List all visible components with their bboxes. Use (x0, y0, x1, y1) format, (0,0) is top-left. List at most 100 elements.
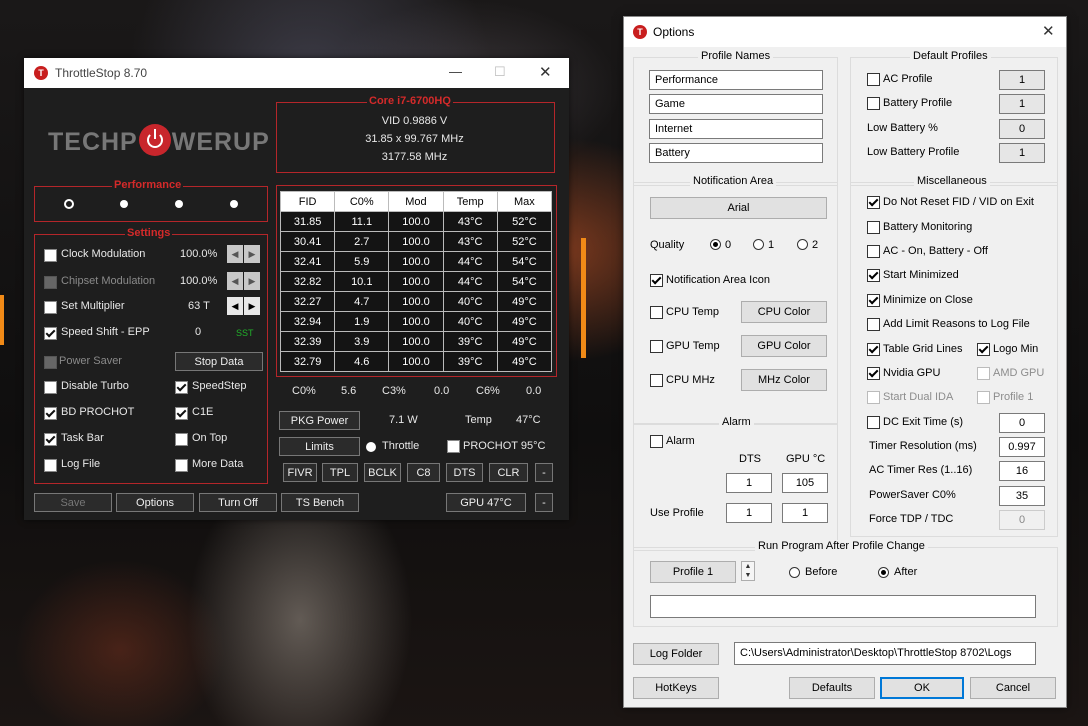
low-battery-profile-value[interactable]: 1 (999, 143, 1045, 163)
table-header-cell[interactable]: C0% (334, 191, 390, 212)
after-radio[interactable] (878, 567, 889, 578)
table-header-cell[interactable]: Max (496, 191, 553, 212)
profile-name-3-field[interactable]: Internet (649, 119, 823, 139)
cpu-temp-checkbox[interactable] (650, 306, 663, 319)
profile-name-1-field[interactable]: Performance (649, 70, 823, 90)
timer-resolution-field[interactable]: 0.997 (999, 437, 1045, 457)
c1e-checkbox[interactable] (175, 407, 188, 420)
maximize-icon[interactable]: ☐ (494, 64, 506, 80)
gpu-temp-button[interactable]: GPU 47°C (446, 493, 526, 512)
battery-profile-value[interactable]: 1 (999, 94, 1045, 114)
mhz-color-button[interactable]: MHz Color (741, 369, 827, 391)
on-top-checkbox[interactable] (175, 433, 188, 446)
start-dual-ida-checkbox[interactable] (867, 391, 880, 404)
stop-data-button[interactable]: Stop Data (175, 352, 263, 371)
minimize-on-close-checkbox[interactable] (867, 294, 880, 307)
gpu-color-button[interactable]: GPU Color (741, 335, 827, 357)
save-button[interactable]: Save (34, 493, 112, 512)
power-saver-checkbox[interactable] (44, 356, 57, 369)
profile-3-radio[interactable] (175, 200, 183, 208)
notification-icon-checkbox[interactable] (650, 274, 663, 287)
add-limit-reasons-checkbox[interactable] (867, 318, 880, 331)
ok-button[interactable]: OK (880, 677, 964, 699)
speed-shift-checkbox[interactable] (44, 327, 57, 340)
powersaver-c0-field[interactable]: 35 (999, 486, 1045, 506)
minimize-icon[interactable]: — (449, 64, 462, 79)
options-button[interactable]: Options (116, 493, 194, 512)
multiplier-up-icon[interactable]: ▶ (244, 297, 260, 315)
chipset-mod-down-icon[interactable]: ◀ (227, 272, 243, 290)
turn-off-button[interactable]: Turn Off (199, 493, 277, 512)
fivr-button[interactable]: FIVR (283, 463, 317, 482)
c8-button[interactable]: C8 (407, 463, 440, 482)
table-header-cell[interactable]: FID (279, 191, 336, 212)
clock-mod-up-icon[interactable]: ▶ (244, 245, 260, 263)
tpl-button[interactable]: TPL (322, 463, 358, 482)
profile-4-radio[interactable] (230, 200, 238, 208)
speed-shift-value[interactable]: 0 (195, 326, 201, 338)
dc-exit-checkbox[interactable] (867, 416, 880, 429)
gpu-temp-checkbox[interactable] (650, 340, 663, 353)
cancel-button[interactable]: Cancel (970, 677, 1056, 699)
quality-0-radio[interactable] (710, 239, 721, 250)
chipset-modulation-checkbox[interactable] (44, 276, 57, 289)
clock-mod-down-icon[interactable]: ◀ (227, 245, 243, 263)
cpu-color-button[interactable]: CPU Color (741, 301, 827, 323)
bd-prochot-checkbox[interactable] (44, 407, 57, 420)
no-reset-fid-checkbox[interactable] (867, 196, 880, 209)
ac-profile-checkbox[interactable] (867, 73, 880, 86)
log-file-checkbox[interactable] (44, 459, 57, 472)
font-button[interactable]: Arial (650, 197, 827, 219)
cpu-mhz-checkbox[interactable] (650, 374, 663, 387)
task-bar-checkbox[interactable] (44, 433, 57, 446)
bclk-button[interactable]: BCLK (364, 463, 401, 482)
alarm-gpu-field[interactable]: 105 (782, 473, 828, 493)
limits-button[interactable]: Limits (279, 437, 360, 456)
profile-2-radio[interactable] (120, 200, 128, 208)
profile-spinner-icon[interactable]: ▲ ▼ (741, 561, 755, 581)
prochot-checkbox[interactable] (447, 440, 460, 453)
speedstep-checkbox[interactable] (175, 381, 188, 394)
use-profile-gpu-field[interactable]: 1 (782, 503, 828, 523)
profile-name-4-field[interactable]: Battery (649, 143, 823, 163)
alarm-checkbox[interactable] (650, 435, 663, 448)
ac-on-battery-off-checkbox[interactable] (867, 245, 880, 258)
close-icon[interactable]: ✕ (1042, 22, 1055, 40)
ac-profile-value[interactable]: 1 (999, 70, 1045, 90)
table-header-cell[interactable]: Mod (388, 191, 444, 212)
set-multiplier-checkbox[interactable] (44, 301, 57, 314)
clock-modulation-checkbox[interactable] (44, 249, 57, 262)
low-battery-pct-value[interactable]: 0 (999, 119, 1045, 139)
table-grid-lines-checkbox[interactable] (867, 343, 880, 356)
run-program-path-field[interactable] (650, 595, 1036, 618)
dash-button[interactable]: - (535, 463, 553, 482)
dts-button[interactable]: DTS (446, 463, 483, 482)
more-data-checkbox[interactable] (175, 459, 188, 472)
chipset-mod-up-icon[interactable]: ▶ (244, 272, 260, 290)
hotkeys-button[interactable]: HotKeys (633, 677, 719, 699)
collapse-button[interactable]: - (535, 493, 553, 512)
profile-1-checkbox[interactable] (977, 391, 990, 404)
profile-1-radio[interactable] (64, 199, 74, 209)
log-folder-button[interactable]: Log Folder (633, 643, 719, 665)
quality-1-radio[interactable] (753, 239, 764, 250)
close-icon[interactable]: ✕ (539, 63, 552, 81)
profile-name-2-field[interactable]: Game (649, 94, 823, 114)
table-header-cell[interactable]: Temp (442, 191, 498, 212)
use-profile-dts-field[interactable]: 1 (726, 503, 772, 523)
start-minimized-checkbox[interactable] (867, 269, 880, 282)
alarm-dts-field[interactable]: 1 (726, 473, 772, 493)
defaults-button[interactable]: Defaults (789, 677, 875, 699)
disable-turbo-checkbox[interactable] (44, 381, 57, 394)
ac-timer-res-field[interactable]: 16 (999, 461, 1045, 481)
battery-profile-checkbox[interactable] (867, 97, 880, 110)
quality-2-radio[interactable] (797, 239, 808, 250)
amd-gpu-checkbox[interactable] (977, 367, 990, 380)
force-tdp-field[interactable]: 0 (999, 510, 1045, 530)
multiplier-down-icon[interactable]: ◀ (227, 297, 243, 315)
nvidia-gpu-checkbox[interactable] (867, 367, 880, 380)
dc-exit-field[interactable]: 0 (999, 413, 1045, 433)
battery-monitoring-checkbox[interactable] (867, 221, 880, 234)
ts-bench-button[interactable]: TS Bench (281, 493, 359, 512)
profile-1-button[interactable]: Profile 1 (650, 561, 736, 583)
